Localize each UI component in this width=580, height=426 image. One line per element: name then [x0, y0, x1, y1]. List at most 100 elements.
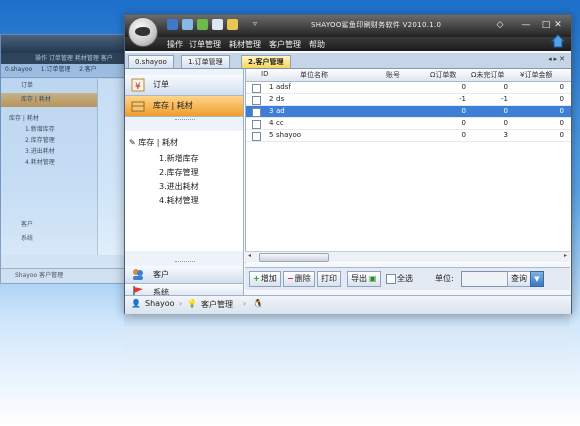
customers-icon	[133, 269, 143, 280]
restore-icon[interactable]: ◇	[491, 18, 509, 32]
penguin-icon[interactable]: 🐧	[253, 299, 263, 308]
column-header-account[interactable]: 账号	[386, 70, 400, 80]
card-icon[interactable]	[212, 19, 223, 30]
export-button[interactable]: 导出 ▣	[347, 271, 381, 287]
tree-item-new-stock[interactable]: 1.新增库存	[159, 153, 199, 164]
window-reflection	[124, 312, 570, 392]
column-header-pending-orders[interactable]: Ω未完订单	[471, 70, 504, 80]
window-title: SHAYOO鲨鱼印刷财务软件 V2010.1.0	[311, 21, 442, 29]
people-icon[interactable]	[182, 19, 193, 30]
menu-help[interactable]: 帮助	[309, 39, 325, 50]
background-item: 4.耗材管理	[25, 159, 55, 166]
cell-order-count: 0	[461, 107, 466, 115]
shark-icon	[135, 27, 150, 36]
tab-scroll-arrows-icon[interactable]: ◂▸✕	[548, 55, 567, 63]
cell-id: 3	[269, 107, 274, 115]
column-header-order-count[interactable]: Ω订单数	[430, 70, 456, 80]
tree-item-material-io[interactable]: 3.进出耗材	[159, 181, 199, 192]
tab-customers[interactable]: 2.客户管理	[241, 55, 291, 68]
background-item: 2.库存管理	[25, 137, 55, 144]
row-checkbox[interactable]	[252, 132, 261, 141]
tab-orders[interactable]: 1.订单管理	[181, 55, 230, 68]
horizontal-scrollbar[interactable]: ◂ ▸	[245, 251, 570, 262]
tree-item-stock-management[interactable]: 2.库存管理	[159, 167, 199, 178]
cell-unit-name: ad	[276, 107, 285, 115]
query-dropdown-icon[interactable]: ▼	[530, 271, 544, 287]
table-row[interactable]: 4 cc 0 0 0	[246, 118, 571, 130]
yen-icon: ¥	[131, 78, 145, 92]
reflection-band	[124, 328, 570, 350]
sidebar-section-customers[interactable]: 客户	[125, 266, 243, 284]
column-header-id[interactable]: ID	[261, 70, 268, 78]
table-row[interactable]: 2 ds -1 -1 0	[246, 94, 571, 106]
background-item: 3.进出耗材	[25, 148, 55, 155]
sidebar-section-orders[interactable]: ¥ 订单	[125, 75, 243, 96]
cell-order-count: -1	[459, 95, 466, 103]
cell-id: 2	[269, 95, 274, 103]
sidebar: ¥ 订单 库存 | 耗材 ✎ 库存 | 耗材 1.新增库存 2.库存管理 3.进…	[125, 69, 244, 302]
background-body: 订单 库存 | 耗材 库存 | 耗材 1.新增库存 2.库存管理 3.进出耗材 …	[1, 79, 129, 255]
cell-pending-orders: 0	[503, 83, 508, 91]
cell-pending-orders: 0	[503, 119, 508, 127]
select-all-checkbox[interactable]	[386, 274, 396, 284]
breadcrumb-separator-icon: ›	[243, 299, 247, 308]
reflection-band	[124, 312, 570, 326]
customer-grid: ID 单位名称 账号 Ω订单数 Ω未完订单 ¥订单金额 1 adsf 0 0 0…	[245, 69, 571, 263]
action-toolbar: +增加 −删除 打印 导出 ▣ 全选 单位: 查询 ▼	[245, 267, 570, 290]
splitter-grip[interactable]	[175, 119, 195, 122]
close-button[interactable]: ✕	[549, 18, 567, 32]
row-checkbox[interactable]	[252, 96, 261, 105]
document-icon[interactable]	[167, 19, 178, 30]
breadcrumb-separator-icon: ›	[179, 299, 183, 308]
add-button[interactable]: +增加	[249, 271, 281, 287]
splitter-grip[interactable]	[175, 261, 195, 264]
menu-materials[interactable]: 耗材管理	[229, 39, 261, 50]
table-row-selected[interactable]: 3 ad 0 0 0	[246, 106, 571, 118]
menu-operation[interactable]: 操作	[167, 39, 183, 50]
background-tab: 1.订单管理	[40, 66, 71, 73]
row-checkbox[interactable]	[252, 84, 261, 93]
app-logo-icon[interactable]	[128, 17, 158, 47]
scrollbar-thumb[interactable]	[259, 253, 329, 262]
dropdown-arrow-icon[interactable]: ▿	[253, 19, 257, 28]
unit-search-input[interactable]	[461, 271, 511, 287]
tree-item-material-management[interactable]: 4.耗材管理	[159, 195, 199, 206]
bulb-icon: 💡	[187, 299, 197, 308]
table-row[interactable]: 5 shayoo 0 3 0	[246, 130, 571, 142]
scroll-left-icon[interactable]: ◂	[248, 252, 251, 259]
background-item: 订单	[21, 82, 34, 89]
cell-order-amount: 0	[559, 119, 564, 127]
cell-id: 5	[269, 131, 274, 139]
row-checkbox[interactable]	[252, 120, 261, 129]
menu-orders[interactable]: 订单管理	[189, 39, 221, 50]
query-button[interactable]: 查询	[507, 271, 531, 287]
menu-customers[interactable]: 客户管理	[269, 39, 301, 50]
chart-icon[interactable]	[197, 19, 208, 30]
cell-unit-name: cc	[276, 119, 284, 127]
grid-header: ID 单位名称 账号 Ω订单数 Ω未完订单 ¥订单金额	[246, 69, 571, 82]
tree-root[interactable]: ✎ 库存 | 耗材	[129, 137, 178, 148]
plus-icon: +	[253, 274, 260, 283]
minimize-button[interactable]: —	[517, 18, 535, 32]
home-icon[interactable]	[551, 34, 565, 48]
table-row[interactable]: 1 adsf 0 0 0	[246, 82, 571, 94]
export-button-label: 导出	[351, 274, 367, 283]
delete-button[interactable]: −删除	[283, 271, 315, 287]
column-header-order-amount[interactable]: ¥订单金额	[520, 70, 552, 80]
cell-order-amount: 0	[559, 131, 564, 139]
background-item: 客户	[21, 221, 34, 228]
title-bar[interactable]: ▿ SHAYOO鲨鱼印刷财务软件 V2010.1.0 ◇ — □ ✕	[125, 15, 571, 37]
minus-icon: −	[287, 274, 294, 283]
tab-shayoo[interactable]: 0.shayoo	[128, 55, 174, 68]
folder-icon[interactable]	[227, 19, 238, 30]
delete-button-label: 删除	[294, 274, 311, 283]
background-tabbar: 0.shayoo 1.订单管理 2.客户	[1, 64, 129, 78]
row-checkbox[interactable]	[252, 108, 261, 117]
print-button[interactable]: 打印	[317, 271, 341, 287]
tree-node-icon: ✎	[129, 138, 139, 147]
scroll-right-icon[interactable]: ▸	[564, 252, 567, 259]
sidebar-section-inventory[interactable]: 库存 | 耗材	[125, 96, 243, 117]
sidebar-section-label: 订单	[153, 80, 169, 89]
sidebar-section-label: 库存 | 耗材	[153, 101, 193, 110]
column-header-unit-name[interactable]: 单位名称	[300, 70, 328, 80]
